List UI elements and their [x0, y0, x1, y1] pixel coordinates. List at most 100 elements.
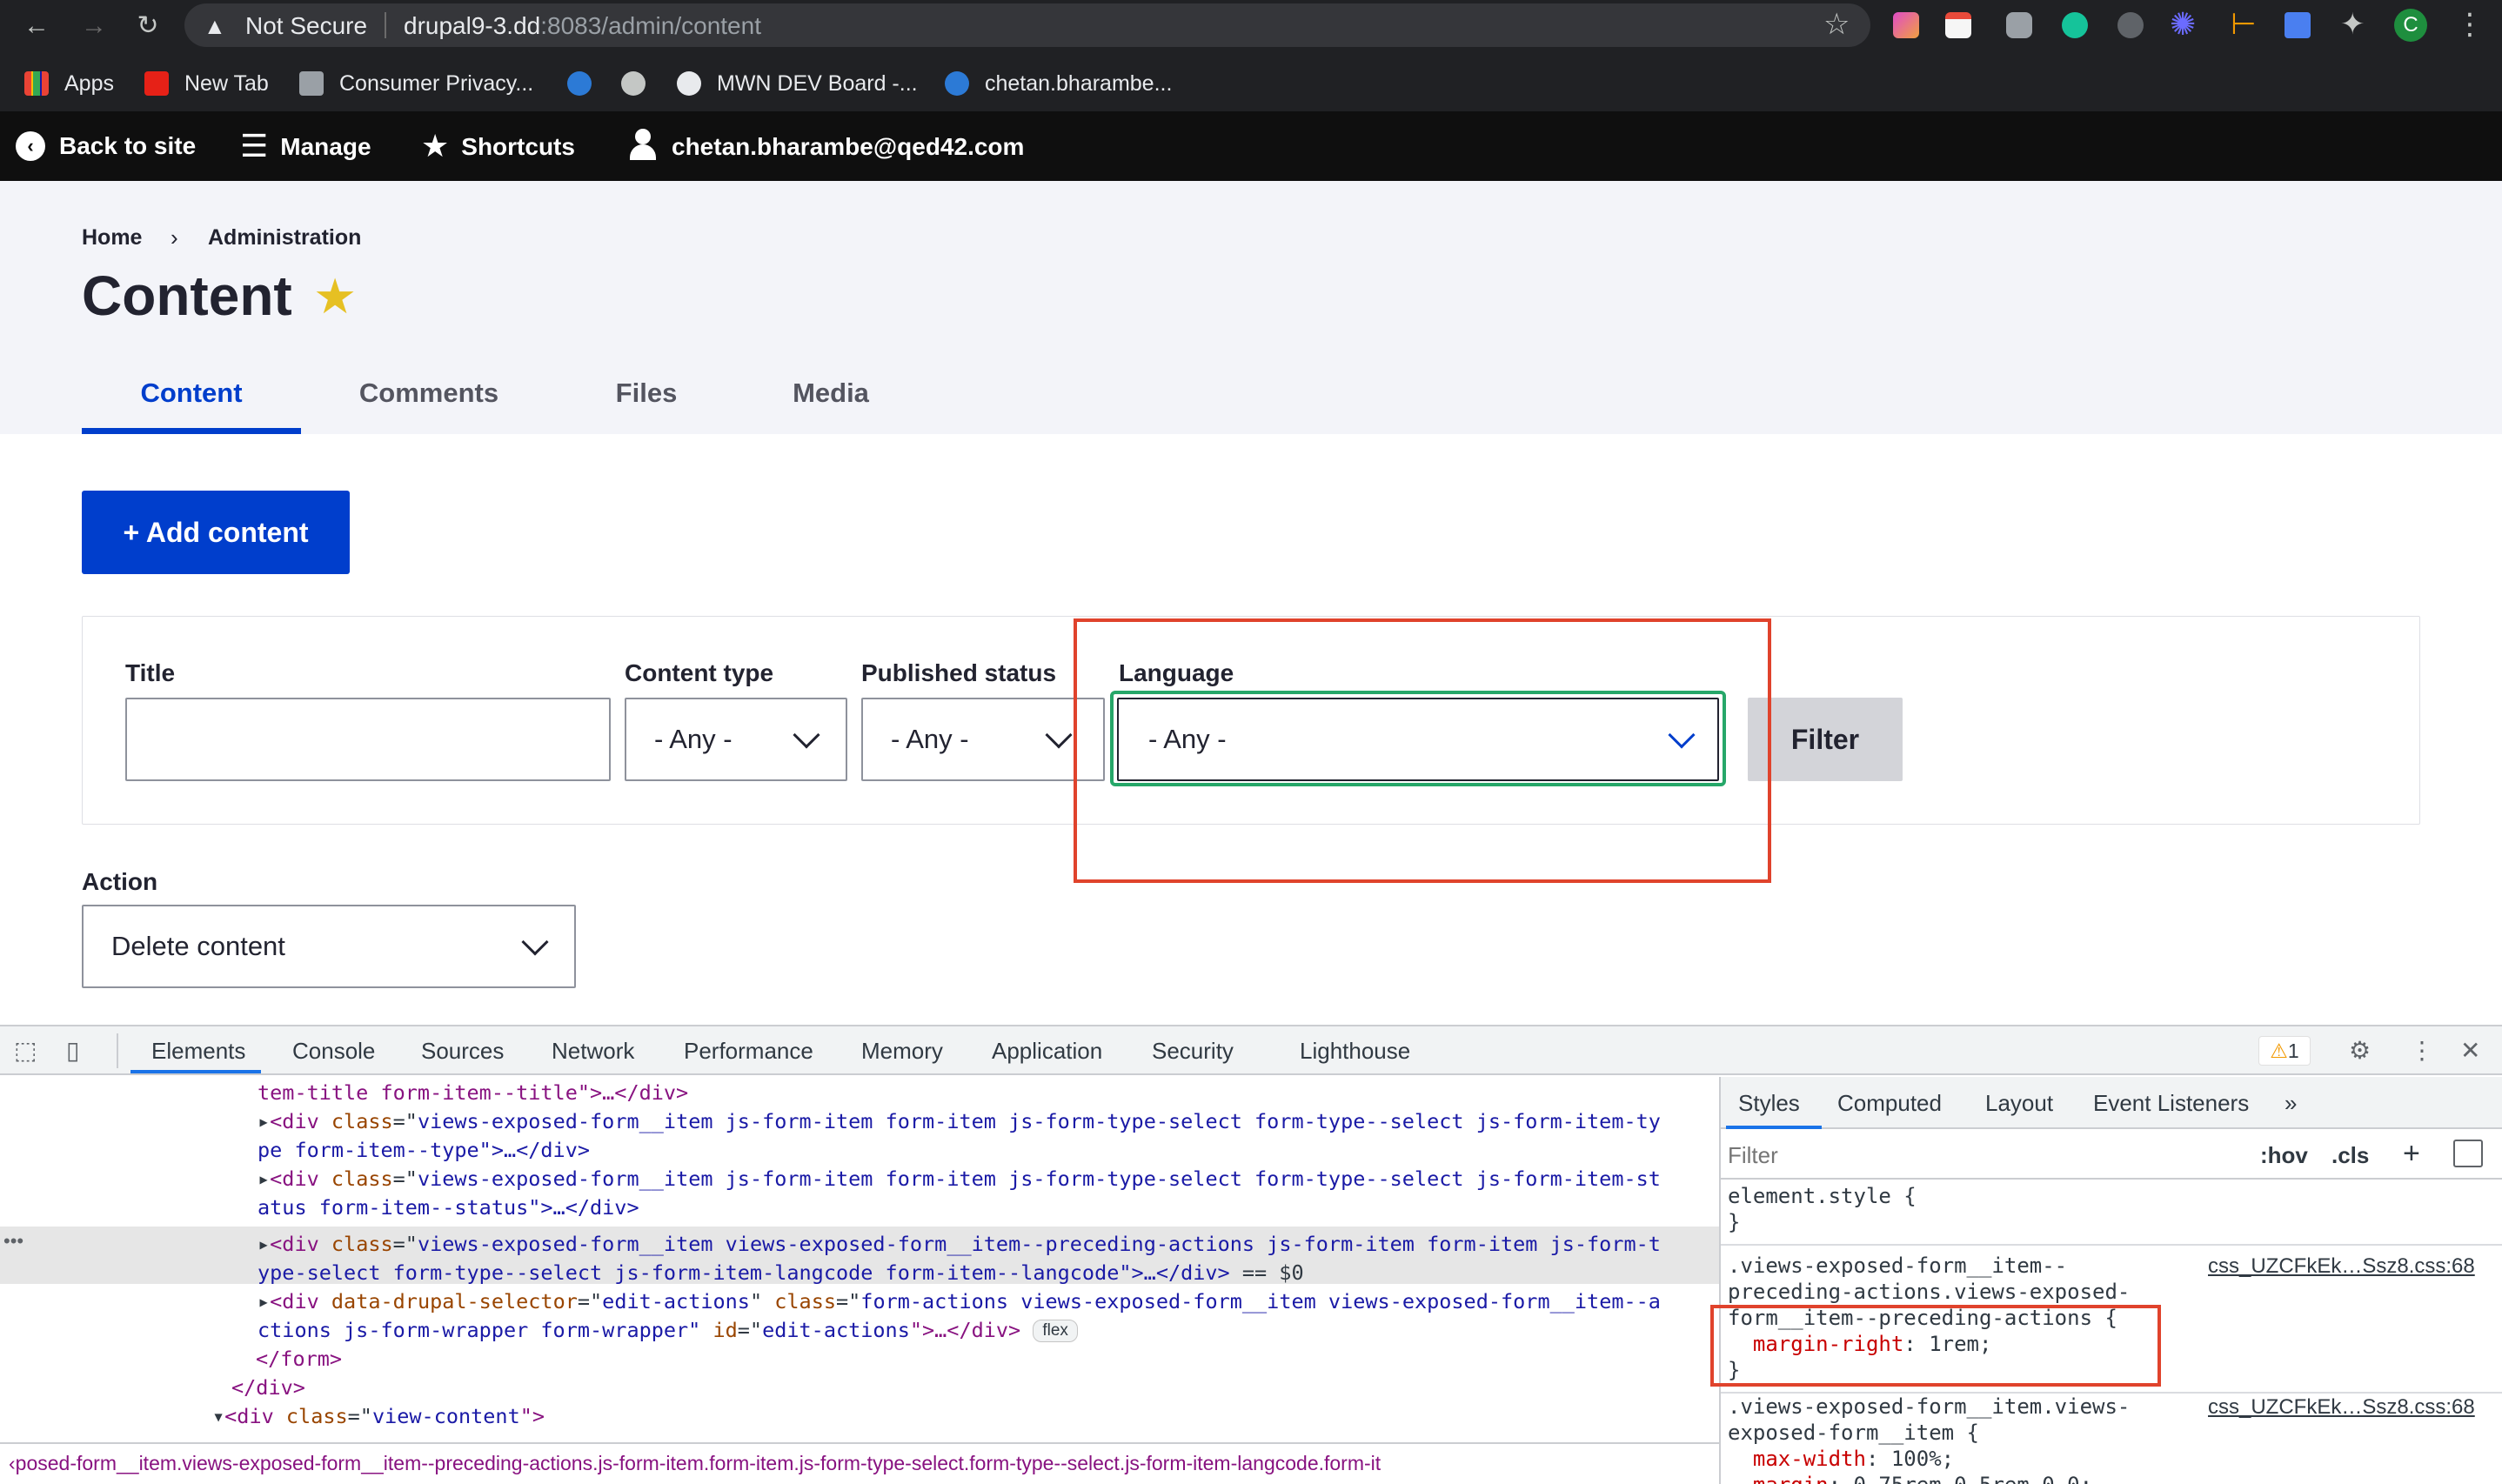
devtools-more-icon[interactable]: ⋮	[2410, 1035, 2434, 1066]
css-value[interactable]: 100%;	[1891, 1447, 1954, 1471]
tab-media[interactable]: Media	[766, 372, 896, 414]
flex-badge[interactable]: flex	[1033, 1320, 1078, 1342]
warning-badge[interactable]: ⚠1	[2258, 1036, 2311, 1066]
security-label[interactable]: Not Secure	[245, 9, 367, 43]
css-property[interactable]: max-width	[1753, 1447, 1866, 1471]
dom-text: atus form-item--status">…</div>	[258, 1195, 639, 1220]
breadcrumb-administration[interactable]: Administration	[208, 223, 361, 252]
content-type-select[interactable]: - Any -	[625, 698, 847, 781]
camera-extension-icon[interactable]	[2006, 12, 2032, 38]
css-value[interactable]: 0.75rem 0.5rem 0.0;	[1854, 1473, 2093, 1484]
puzzle-extensions-icon[interactable]: ✦	[2340, 7, 2365, 42]
window-extension-icon[interactable]	[2285, 12, 2311, 38]
tab-content[interactable]: Content	[82, 372, 301, 414]
sparkle-extension-icon[interactable]: ✺	[2170, 7, 2196, 42]
css-selector: element.style {	[1728, 1184, 1917, 1208]
browser-menu-icon[interactable]: ⋮	[2455, 7, 2485, 42]
dom-line-selected[interactable]: ▸<div class="views-exposed-form__item vi…	[258, 1230, 1661, 1259]
inspect-element-icon[interactable]: ⬚	[14, 1035, 37, 1066]
url-text[interactable]: drupal9-3.dd:8083/admin/content	[404, 9, 761, 43]
grammarly-icon[interactable]	[2062, 12, 2088, 38]
dom-line[interactable]: </form>	[256, 1345, 342, 1374]
add-rule-icon[interactable]: +	[2403, 1136, 2420, 1171]
bookmark-label: chetan.bharambe...	[985, 71, 1173, 96]
active-devtools-tab-indicator	[130, 1070, 261, 1073]
calendar-extension-icon[interactable]	[1945, 12, 1971, 38]
drupal-drop-icon	[945, 71, 969, 96]
shortcuts-link[interactable]: ★ Shortcuts	[421, 129, 575, 164]
settings-gear-icon[interactable]: ⚙	[2349, 1035, 2371, 1066]
profile-avatar[interactable]: C	[2394, 9, 2427, 42]
dom-line[interactable]: ▾<div class="view-content">	[212, 1402, 545, 1431]
sidebar-toggle-icon[interactable]	[2453, 1140, 2483, 1167]
devtools-tab-memory[interactable]: Memory	[861, 1035, 943, 1066]
shortcut-star-icon[interactable]: ★	[313, 266, 357, 327]
chevron-left-icon: ‹	[16, 131, 45, 161]
dom-line[interactable]: tem-title form-item--title">…</div>	[258, 1079, 688, 1107]
dom-line[interactable]: atus form-item--status">…</div>	[258, 1193, 639, 1222]
dom-line[interactable]: </div>	[231, 1374, 305, 1402]
reload-icon[interactable]: ↻	[130, 9, 165, 43]
devtools-tab-lighthouse[interactable]: Lighthouse	[1300, 1035, 1410, 1066]
devtools-tab-application[interactable]: Application	[992, 1035, 1102, 1066]
extension-icon[interactable]	[1893, 12, 1919, 38]
action-select[interactable]: Delete content	[82, 905, 576, 988]
title-input[interactable]	[125, 698, 611, 781]
bookmark-mwn-dev-board[interactable]: MWN DEV Board -...	[677, 66, 918, 101]
dom-tag: </form>	[256, 1347, 343, 1371]
dom-line[interactable]: ▸<div class="views-exposed-form__item js…	[258, 1165, 1661, 1193]
dom-line[interactable]: ▸<div data-drupal-selector="edit-actions…	[258, 1287, 1661, 1316]
back-arrow-icon[interactable]: ←	[19, 9, 54, 43]
device-toolbar-icon[interactable]: ▯	[66, 1035, 79, 1066]
styles-filter-input[interactable]	[1728, 1138, 2241, 1173]
devtools-tab-performance[interactable]: Performance	[684, 1035, 813, 1066]
bookmark-drupal[interactable]	[567, 66, 607, 101]
published-status-select[interactable]: - Any -	[861, 698, 1105, 781]
devtools-tab-elements[interactable]: Elements	[151, 1035, 245, 1066]
hover-state-toggle[interactable]: :hov	[2260, 1140, 2308, 1171]
computed-tab[interactable]: Computed	[1837, 1087, 1942, 1119]
close-icon[interactable]: ✕	[2460, 1035, 2480, 1066]
dom-line[interactable]: pe form-item--type">…</div>	[258, 1136, 590, 1165]
forward-arrow-icon[interactable]: →	[77, 9, 111, 43]
warning-icon[interactable]: ▲	[204, 9, 226, 43]
bookmark-consumer-privacy[interactable]: Consumer Privacy...	[299, 66, 533, 101]
dom-line-selected[interactable]: ype-select form-type--select js-form-ite…	[258, 1259, 1304, 1287]
content-type-value: - Any -	[654, 724, 733, 754]
tab-comments[interactable]: Comments	[339, 372, 518, 414]
manage-link[interactable]: ☰ Manage	[240, 129, 371, 164]
css-source-link[interactable]: css_UZCFkEk…Ssz8.css:68	[2208, 1254, 2475, 1279]
tab-files[interactable]: Files	[592, 372, 701, 414]
devtools-tab-sources[interactable]: Sources	[421, 1035, 504, 1066]
css-source-link[interactable]: css_UZCFkEk…Ssz8.css:68	[2208, 1395, 2475, 1420]
bookmark-star-icon[interactable]: ☆	[1823, 7, 1850, 42]
bookmark-apps[interactable]: Apps	[24, 66, 114, 101]
event-listeners-tab[interactable]: Event Listeners	[2093, 1087, 2249, 1119]
bookmark-new-tab[interactable]: New Tab	[144, 66, 269, 101]
bookmark-chetan[interactable]: chetan.bharambe...	[945, 66, 1172, 101]
css-property[interactable]: margin	[1753, 1473, 1829, 1484]
dom-line[interactable]: ctions js-form-wrapper form-wrapper" id=…	[258, 1316, 1078, 1345]
bookmark-globe[interactable]	[621, 66, 661, 101]
devtools-tab-security[interactable]: Security	[1152, 1035, 1234, 1066]
apps-grid-icon	[24, 71, 49, 96]
back-to-site-link[interactable]: ‹ Back to site	[16, 129, 196, 164]
dom-line[interactable]: ▸<div class="views-exposed-form__item js…	[258, 1107, 1661, 1136]
more-tabs-icon[interactable]: »	[2285, 1087, 2297, 1119]
dom-punct: ="	[836, 1289, 861, 1314]
layout-tab[interactable]: Layout	[1985, 1087, 2053, 1119]
devtools-tab-network[interactable]: Network	[552, 1035, 634, 1066]
styles-tab[interactable]: Styles	[1738, 1087, 1800, 1119]
w-extension-icon[interactable]	[2117, 12, 2144, 38]
devtools-tab-console[interactable]: Console	[292, 1035, 375, 1066]
tool-extension-icon[interactable]: ⊢	[2231, 7, 2257, 42]
dom-breadcrumb-bar[interactable]: ‹posed-form__item.views-exposed-form__it…	[0, 1442, 1719, 1484]
omnibox-divider	[385, 12, 386, 38]
element-style-rule[interactable]: element.style {}	[1728, 1183, 1917, 1235]
document-icon	[299, 71, 324, 96]
class-toggle[interactable]: .cls	[2331, 1140, 2369, 1171]
breadcrumb-home[interactable]: Home	[82, 223, 142, 252]
css-rule-exposed-form-item[interactable]: .views-exposed-form__item.views-exposed-…	[1728, 1394, 2130, 1484]
add-content-button[interactable]: + Add content	[82, 491, 350, 574]
user-link[interactable]: chetan.bharambe@qed42.com	[626, 129, 1024, 164]
